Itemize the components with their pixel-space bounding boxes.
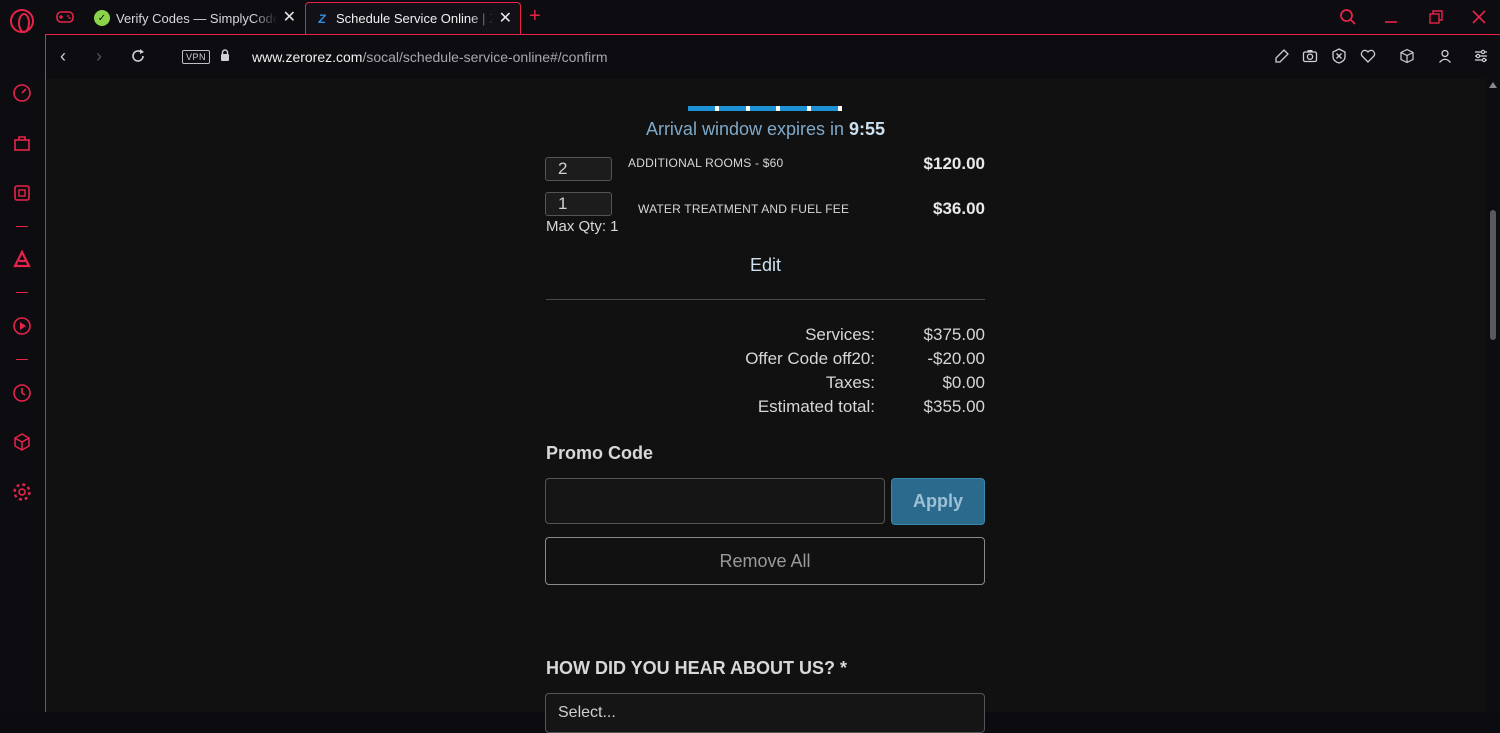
tab-title: Verify Codes — SimplyCodes	[116, 10, 277, 26]
edit-link[interactable]: Edit	[546, 255, 985, 276]
tab-title: Schedule Service Online | Zerorez	[336, 11, 493, 26]
aria-icon[interactable]	[11, 248, 33, 270]
timer-progress-bar	[688, 106, 842, 111]
water-treatment-qty-input[interactable]: 1	[545, 192, 612, 216]
sidebar-separator	[16, 226, 28, 227]
player-icon[interactable]	[11, 315, 33, 337]
summary-row-offer-code: Offer Code off20: -$20.00	[546, 349, 985, 373]
reload-icon[interactable]	[130, 48, 146, 64]
shopping-icon[interactable]	[11, 132, 33, 154]
zerorez-favicon-icon: Z	[318, 11, 326, 26]
restore-icon[interactable]	[1429, 10, 1443, 24]
hear-about-us-select[interactable]: Select...	[545, 693, 985, 733]
additional-rooms-price: $120.00	[923, 154, 985, 173]
heart-icon[interactable]	[1360, 48, 1376, 64]
url-field[interactable]: www.zerorez.com/socal/schedule-service-o…	[252, 49, 608, 65]
tab-schedule-service[interactable]: Z Schedule Service Online | Zerorez ✕	[305, 2, 521, 34]
summary-value: $355.00	[923, 397, 985, 416]
opera-logo-icon[interactable]	[10, 9, 34, 33]
divider	[546, 299, 985, 300]
close-tab-icon[interactable]: ✕	[283, 10, 296, 26]
profile-icon[interactable]	[1437, 48, 1453, 64]
sidebar-separator	[16, 359, 28, 360]
gx-control-icon[interactable]	[11, 182, 33, 204]
url-domain: www.zerorez.com	[252, 49, 363, 65]
close-window-icon[interactable]	[1472, 10, 1486, 24]
water-treatment-label: WATER TREATMENT AND FUEL FEE	[638, 202, 850, 216]
extensions-icon[interactable]	[11, 431, 33, 453]
summary-value: -$20.00	[927, 349, 985, 368]
adblock-icon[interactable]	[1331, 48, 1347, 64]
max-qty-note: Max Qty: 1	[546, 218, 619, 235]
url-path: /socal/schedule-service-online#/confirm	[362, 49, 608, 65]
summary-row-services: Services: $375.00	[546, 325, 985, 349]
apply-button[interactable]: Apply	[891, 478, 985, 525]
summary-label: Estimated total:	[757, 397, 875, 416]
remove-all-button[interactable]: Remove All	[545, 537, 985, 585]
page-scrollbar[interactable]	[1486, 79, 1500, 712]
speed-dial-icon[interactable]	[11, 82, 33, 104]
summary-label: Services:	[805, 325, 875, 344]
extensions-box-icon[interactable]	[1399, 48, 1415, 64]
summary-value: $0.00	[942, 373, 985, 392]
simplycodes-favicon-icon: ✓	[94, 10, 110, 26]
scroll-up-icon[interactable]	[1489, 82, 1497, 88]
minimize-icon[interactable]	[1384, 10, 1398, 24]
forward-button[interactable]: ›	[96, 47, 102, 65]
scrollbar-thumb[interactable]	[1490, 210, 1496, 340]
summary-row-taxes: Taxes: $0.00	[546, 373, 985, 397]
close-tab-icon[interactable]: ✕	[499, 10, 512, 27]
snapshot-edit-icon[interactable]	[1274, 48, 1290, 64]
settings-icon[interactable]	[11, 481, 33, 503]
camera-icon[interactable]	[1302, 48, 1318, 64]
sidebar-separator	[16, 292, 28, 293]
browser-titlebar: ✓ Verify Codes — SimplyCodes ✕ Z Schedul…	[0, 0, 1500, 34]
summary-label: Taxes:	[825, 373, 875, 392]
water-treatment-price: $36.00	[933, 199, 985, 218]
new-tab-button[interactable]: +	[529, 5, 541, 28]
summary-value: $375.00	[923, 325, 985, 344]
back-button[interactable]: ‹	[60, 47, 66, 65]
history-icon[interactable]	[11, 382, 33, 404]
arrival-timer-text: Arrival window expires in	[645, 119, 845, 139]
arrival-timer: Arrival window expires in 9:55	[546, 119, 985, 140]
tab-verify-codes[interactable]: ✓ Verify Codes — SimplyCodes ✕	[86, 2, 304, 34]
gamepad-icon[interactable]	[56, 10, 74, 24]
summary-label: Offer Code off20:	[745, 349, 875, 368]
promo-code-input[interactable]	[545, 478, 885, 524]
promo-code-label: Promo Code	[546, 443, 654, 463]
arrival-timer-time: 9:55	[849, 119, 886, 139]
hear-about-us-label: HOW DID YOU HEAR ABOUT US? *	[546, 658, 848, 678]
browser-sidebar	[0, 34, 45, 712]
vpn-badge[interactable]: VPN	[182, 50, 211, 64]
additional-rooms-label: ADDITIONAL ROOMS - $60	[628, 156, 784, 170]
address-bar: ‹ › VPN www.zerorez.com/socal/schedule-s…	[46, 35, 1500, 79]
additional-rooms-qty-input[interactable]: 2	[545, 157, 612, 181]
search-icon[interactable]	[1339, 8, 1357, 26]
lock-icon[interactable]	[220, 49, 230, 62]
summary-row-estimated-total: Estimated total: $355.00	[546, 397, 985, 421]
easy-setup-icon[interactable]	[1473, 48, 1489, 64]
